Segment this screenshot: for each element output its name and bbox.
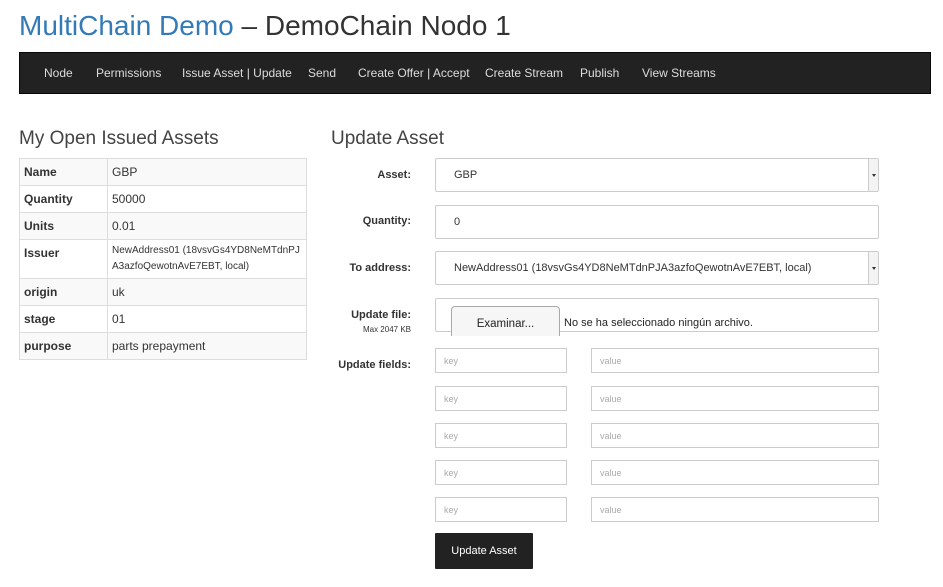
asset-key: Name — [19, 158, 108, 186]
field-value-input[interactable] — [591, 460, 879, 485]
nav-item-permissions[interactable]: Permissions — [96, 53, 161, 93]
field-key-input[interactable] — [435, 497, 567, 522]
to-address-label: To address: — [349, 262, 411, 274]
nav-item-create-offer[interactable]: Create Offer | Accept — [358, 53, 470, 93]
file-size-hint: Max 2047 KB — [362, 325, 411, 334]
table-row: stage 01 — [19, 305, 307, 333]
nav-item-view-streams[interactable]: View Streams — [642, 53, 716, 93]
field-value-input[interactable] — [591, 497, 879, 522]
nav-item-publish[interactable]: Publish — [580, 53, 619, 93]
to-address-select[interactable]: NewAddress01 (18vsvGs4YD8NeMTdnPJA3azfoQ… — [435, 251, 879, 285]
asset-details-table: Name GBP Quantity 50000 Units 0.01 Issue… — [19, 158, 307, 360]
asset-value: parts prepayment — [107, 332, 307, 360]
field-value-input[interactable] — [591, 348, 879, 373]
asset-value: GBP — [107, 158, 307, 186]
asset-value: 50000 — [107, 185, 307, 213]
node-subtitle: – DemoChain Nodo 1 — [241, 10, 511, 41]
table-row: origin uk — [19, 278, 307, 306]
chevron-down-icon — [868, 252, 878, 284]
quantity-label: Quantity: — [362, 215, 411, 227]
assets-heading: My Open Issued Assets — [19, 128, 219, 149]
field-value-input[interactable] — [591, 423, 879, 448]
main-navbar: Node Permissions Issue Asset | Update Se… — [19, 52, 931, 94]
asset-key: origin — [19, 278, 108, 306]
table-row: purpose parts prepayment — [19, 332, 307, 360]
asset-key: purpose — [19, 332, 108, 360]
asset-select[interactable]: GBP — [435, 158, 879, 192]
quantity-input-value: 0 — [454, 216, 461, 228]
asset-select-value: GBP — [454, 169, 478, 181]
page-title: MultiChain Demo – DemoChain Nodo 1 — [19, 10, 511, 42]
update-asset-heading: Update Asset — [331, 128, 445, 149]
update-asset-button[interactable]: Update Asset — [435, 533, 533, 569]
nav-item-send[interactable]: Send — [308, 53, 336, 93]
file-input: Examinar... No se ha seleccionado ningún… — [435, 298, 879, 336]
chevron-down-icon — [868, 159, 878, 191]
update-file-label: Update file: — [351, 309, 411, 321]
to-address-value: NewAddress01 (18vsvGs4YD8NeMTdnPJA3azfoQ… — [454, 262, 812, 274]
field-key-input[interactable] — [435, 460, 567, 485]
asset-key: Units — [19, 212, 108, 240]
field-key-input[interactable] — [435, 386, 567, 411]
asset-value: 01 — [107, 305, 307, 333]
field-key-input[interactable] — [435, 423, 567, 448]
asset-key: Quantity — [19, 185, 108, 213]
quantity-input[interactable]: 0 — [435, 205, 879, 239]
brand-link[interactable]: MultiChain Demo — [19, 10, 234, 41]
asset-value: uk — [107, 278, 307, 306]
field-value-input[interactable] — [591, 386, 879, 411]
asset-label: Asset: — [377, 169, 411, 181]
browse-file-button[interactable]: Examinar... — [451, 306, 560, 336]
asset-key: Issuer — [19, 239, 108, 279]
field-key-input[interactable] — [435, 348, 567, 373]
table-row: Name GBP — [19, 158, 307, 186]
table-row: Issuer NewAddress01 (18vsvGs4YD8NeMTdnPJ… — [19, 239, 307, 279]
table-row: Units 0.01 — [19, 212, 307, 240]
update-fields-label: Update fields: — [338, 359, 411, 371]
asset-value: NewAddress01 (18vsvGs4YD8NeMTdnPJA3azfoQ… — [107, 239, 307, 279]
nav-item-node[interactable]: Node — [44, 53, 73, 93]
nav-item-create-stream[interactable]: Create Stream — [485, 53, 563, 93]
asset-value: 0.01 — [107, 212, 307, 240]
asset-key: stage — [19, 305, 108, 333]
table-row: Quantity 50000 — [19, 185, 307, 213]
file-status-text: No se ha seleccionado ningún archivo. — [564, 317, 753, 329]
nav-item-issue-asset[interactable]: Issue Asset | Update — [182, 53, 292, 93]
